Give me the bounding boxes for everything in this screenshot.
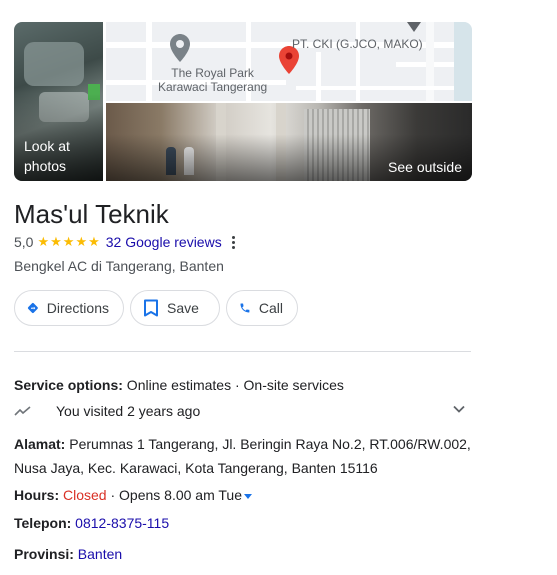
save-label: Save xyxy=(167,300,199,316)
phone-icon xyxy=(240,303,250,313)
dropdown-caret-icon[interactable] xyxy=(244,493,252,499)
trending-icon xyxy=(14,406,31,416)
phone-row: Telepon: 0812-8375-115 xyxy=(14,512,169,534)
service-options-row: Service options: Online estimates · On-s… xyxy=(14,374,344,396)
province-row: Provinsi: Banten xyxy=(14,543,122,565)
address-row: Alamat: Perumnas 1 Tangerang, Jl. Bering… xyxy=(14,432,484,480)
chevron-down-icon[interactable] xyxy=(452,404,466,414)
business-name: Mas'ul Teknik xyxy=(14,199,169,229)
map-label-royal-park: The Royal Park Karawaci Tangerang xyxy=(158,66,268,94)
call-label: Call xyxy=(258,300,283,316)
directions-button[interactable]: Directions xyxy=(14,290,124,326)
star-icon: ★ xyxy=(88,234,100,249)
see-outside-tile[interactable]: See outside xyxy=(106,103,472,181)
address-value: Perumnas 1 Tangerang, Jl. Beringin Raya … xyxy=(14,436,471,476)
more-options-icon[interactable] xyxy=(231,235,235,249)
address-label: Alamat: xyxy=(14,436,66,452)
star-icon: ★ xyxy=(37,234,50,249)
rating-value: 5,0 xyxy=(14,234,34,250)
rating-stars: ★ ★ ★ ★ ★ xyxy=(37,235,99,249)
service-options-label: Service options: xyxy=(14,377,123,393)
visited-text: You visited 2 years ago xyxy=(56,403,201,419)
hours-row[interactable]: Hours: Closed · Opens 8.00 am Tue xyxy=(14,484,252,506)
hours-next-open: · Opens 8.00 am Tue xyxy=(106,487,242,503)
star-icon: ★ xyxy=(50,234,62,249)
hours-status: Closed xyxy=(59,487,107,503)
see-outside-label: See outside xyxy=(388,159,462,175)
map-place-pin-icon xyxy=(170,34,190,62)
star-icon: ★ xyxy=(75,234,88,249)
map-thumbnail[interactable]: The Royal Park Karawaci Tangerang PT. CK… xyxy=(106,22,472,101)
visited-row[interactable]: You visited 2 years ago xyxy=(14,400,474,422)
directions-label: Directions xyxy=(46,300,109,316)
province-label: Provinsi: xyxy=(14,546,74,562)
map-label-cki: PT. CKI (G.JCO, MAKO) xyxy=(292,37,423,51)
reviews-link[interactable]: 32 Google reviews xyxy=(106,234,222,250)
call-button[interactable]: Call xyxy=(226,290,298,326)
rating-row: 5,0 ★ ★ ★ ★ ★ 32 Google reviews xyxy=(14,233,235,251)
phone-link[interactable]: 0812-8375-115 xyxy=(71,515,169,531)
phone-label: Telepon: xyxy=(14,515,72,531)
save-button[interactable]: Save xyxy=(130,290,220,326)
star-icon: ★ xyxy=(62,234,75,249)
service-options-value: Online estimates · On-site services xyxy=(122,377,344,393)
hours-label: Hours: xyxy=(14,487,60,503)
bookmark-icon xyxy=(144,299,158,317)
province-link[interactable]: Banten xyxy=(74,546,122,562)
divider xyxy=(14,351,471,352)
map-marker-icon xyxy=(407,22,421,32)
directions-icon xyxy=(27,303,38,313)
business-category: Bengkel AC di Tangerang, Banten xyxy=(14,258,224,274)
look-at-photos-tile[interactable]: Look at photos xyxy=(14,22,103,181)
look-at-photos-label: Look at photos xyxy=(24,138,70,174)
